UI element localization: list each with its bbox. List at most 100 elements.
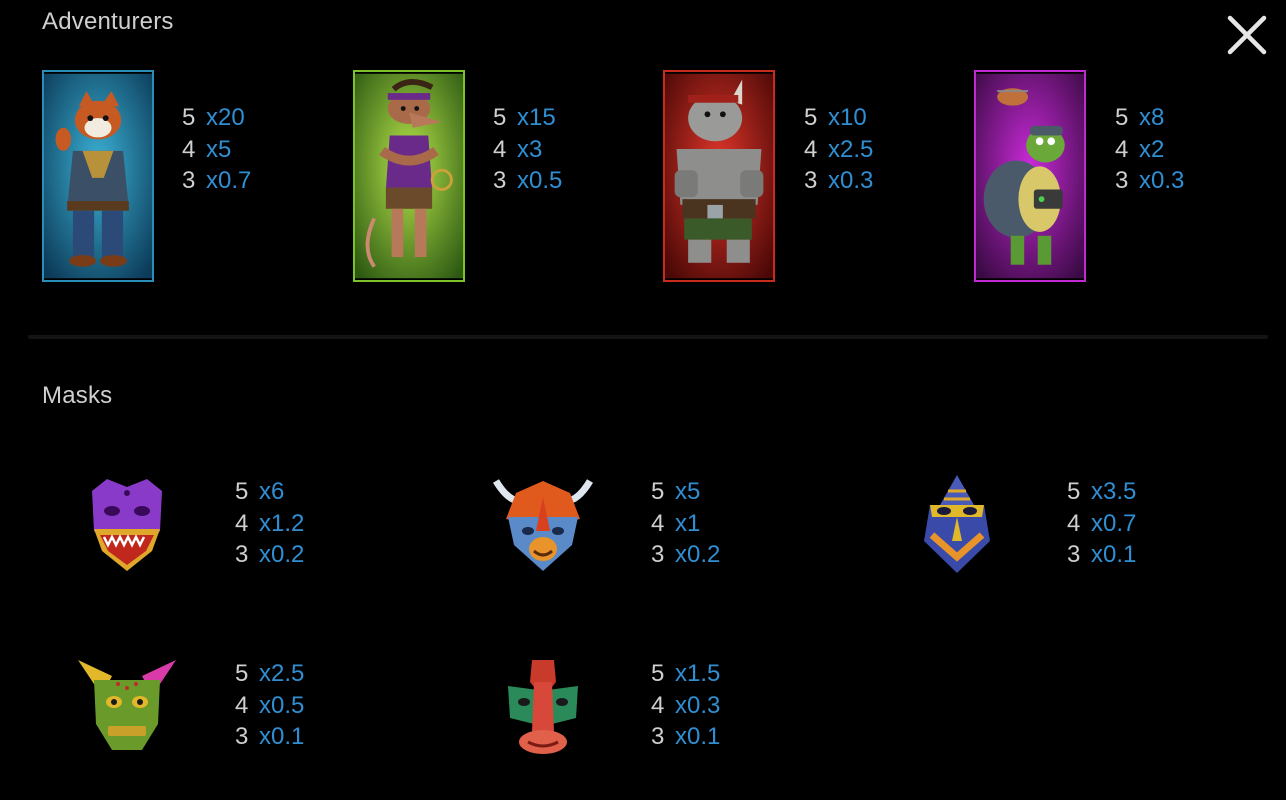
pay-row: 4 x1	[651, 508, 720, 540]
pay-count: 4	[235, 691, 249, 719]
pay-count: 4	[1067, 509, 1081, 537]
mask-symbol-purple	[72, 471, 182, 581]
pay-count: 3	[182, 167, 196, 194]
pays-mask-red-long: 5 x1.5 4 x0.3 3 x0.1	[651, 658, 720, 753]
pay-multiplier: x3	[517, 135, 543, 163]
pay-count: 3	[1115, 167, 1129, 194]
pay-row: 5 x3.5	[1067, 476, 1136, 508]
pay-row: 4 x0.7	[1067, 508, 1136, 540]
pay-multiplier: x0.3	[828, 167, 874, 194]
pays-mask-blue-gold: 5 x3.5 4 x0.7 3 x0.1	[1067, 476, 1136, 571]
pays-mask-horned: 5 x5 4 x1 3 x0.2	[651, 476, 720, 571]
pay-count: 4	[804, 135, 818, 163]
pay-multiplier: x0.1	[1091, 541, 1137, 568]
pay-count: 3	[493, 167, 507, 194]
pay-count: 4	[651, 691, 665, 719]
pay-multiplier: x15	[517, 104, 556, 131]
pay-row: 3 x0.1	[235, 721, 304, 753]
pay-count: 5	[493, 104, 507, 131]
pay-multiplier: x5	[675, 478, 701, 505]
pay-count: 3	[235, 541, 249, 568]
pay-multiplier: x10	[828, 104, 867, 131]
pay-row: 4 x0.5	[235, 690, 304, 722]
mask-symbol-blue-gold	[902, 471, 1012, 581]
close-button[interactable]	[1224, 12, 1270, 58]
pay-row: 4 x0.3	[651, 690, 720, 722]
pay-count: 5	[235, 478, 249, 505]
rat-adventurer-icon	[355, 73, 463, 279]
symbol-card-turtle	[974, 70, 1086, 282]
pay-multiplier: x1.5	[675, 660, 721, 687]
pay-row: 5 x5	[651, 476, 720, 508]
rhino-adventurer-icon	[665, 73, 773, 279]
pay-row: 4 x2	[1115, 134, 1184, 166]
symbol-card-rhino	[663, 70, 775, 282]
pay-row: 4 x3	[493, 134, 562, 166]
pay-count: 4	[182, 135, 196, 163]
mask-symbol-red-long	[488, 652, 598, 762]
pay-multiplier: x1	[675, 509, 701, 537]
pays-rhino: 5 x10 4 x2.5 3 x0.3	[804, 102, 873, 197]
pay-row: 3 x0.1	[651, 721, 720, 753]
pay-row: 3 x0.1	[1067, 539, 1136, 571]
pay-row: 3 x0.2	[235, 539, 304, 571]
pay-row: 3 x0.2	[651, 539, 720, 571]
masks-title: Masks	[42, 382, 113, 409]
pay-multiplier: x0.1	[259, 723, 305, 750]
pay-multiplier: x0.7	[1091, 509, 1137, 537]
pay-multiplier: x6	[259, 478, 285, 505]
blue-gold-mask-icon	[924, 475, 990, 573]
pay-count: 3	[651, 541, 665, 568]
pay-row: 5 x15	[493, 102, 562, 134]
pay-count: 5	[651, 660, 665, 687]
pay-multiplier: x0.7	[206, 167, 252, 194]
pay-count: 4	[1115, 135, 1129, 163]
pay-count: 4	[235, 509, 249, 537]
pay-count: 3	[1067, 541, 1081, 568]
pay-multiplier: x0.2	[259, 541, 305, 568]
adventurers-title: Adventurers	[42, 8, 174, 35]
close-icon	[1227, 15, 1267, 55]
pay-multiplier: x2.5	[828, 135, 874, 163]
pay-count: 5	[804, 104, 818, 131]
pays-rat: 5 x15 4 x3 3 x0.5	[493, 102, 562, 197]
pay-row: 4 x1.2	[235, 508, 304, 540]
pay-count: 5	[651, 478, 665, 505]
mask-symbol-green-pink	[72, 652, 182, 762]
pays-red-panda: 5 x20 4 x5 3 x0.7	[182, 102, 251, 197]
pay-multiplier: x2.5	[259, 660, 305, 687]
pay-multiplier: x8	[1139, 104, 1165, 131]
pay-row: 3 x0.5	[493, 165, 562, 197]
pay-multiplier: x3.5	[1091, 478, 1137, 505]
pay-count: 3	[651, 723, 665, 750]
horned-blue-mask-icon	[492, 479, 594, 571]
pay-row: 4 x5	[182, 134, 251, 166]
mask-symbol-horned	[488, 471, 598, 581]
pay-multiplier: x0.1	[675, 723, 721, 750]
pay-count: 4	[651, 509, 665, 537]
pay-row: 4 x2.5	[804, 134, 873, 166]
pay-count: 4	[493, 135, 507, 163]
pay-multiplier: x0.5	[517, 167, 563, 194]
pay-row: 3 x0.7	[182, 165, 251, 197]
pay-row: 5 x10	[804, 102, 873, 134]
red-panda-adventurer-icon	[44, 73, 152, 279]
pay-multiplier: x0.5	[259, 691, 305, 719]
pay-multiplier: x20	[206, 104, 245, 131]
pays-mask-green-pink: 5 x2.5 4 x0.5 3 x0.1	[235, 658, 304, 753]
pay-count: 5	[235, 660, 249, 687]
pay-row: 5 x6	[235, 476, 304, 508]
pay-row: 3 x0.3	[804, 165, 873, 197]
pay-multiplier: x0.3	[1139, 167, 1185, 194]
purple-dragon-mask-icon	[92, 479, 162, 571]
pay-multiplier: x2	[1139, 135, 1165, 163]
pay-count: 5	[182, 104, 196, 131]
pay-multiplier: x5	[206, 135, 232, 163]
pay-count: 3	[804, 167, 818, 194]
pays-mask-purple: 5 x6 4 x1.2 3 x0.2	[235, 476, 304, 571]
red-long-mask-icon	[508, 660, 578, 754]
pay-multiplier: x0.2	[675, 541, 721, 568]
pay-row: 3 x0.3	[1115, 165, 1184, 197]
pay-row: 5 x2.5	[235, 658, 304, 690]
green-pink-mask-icon	[78, 660, 176, 750]
